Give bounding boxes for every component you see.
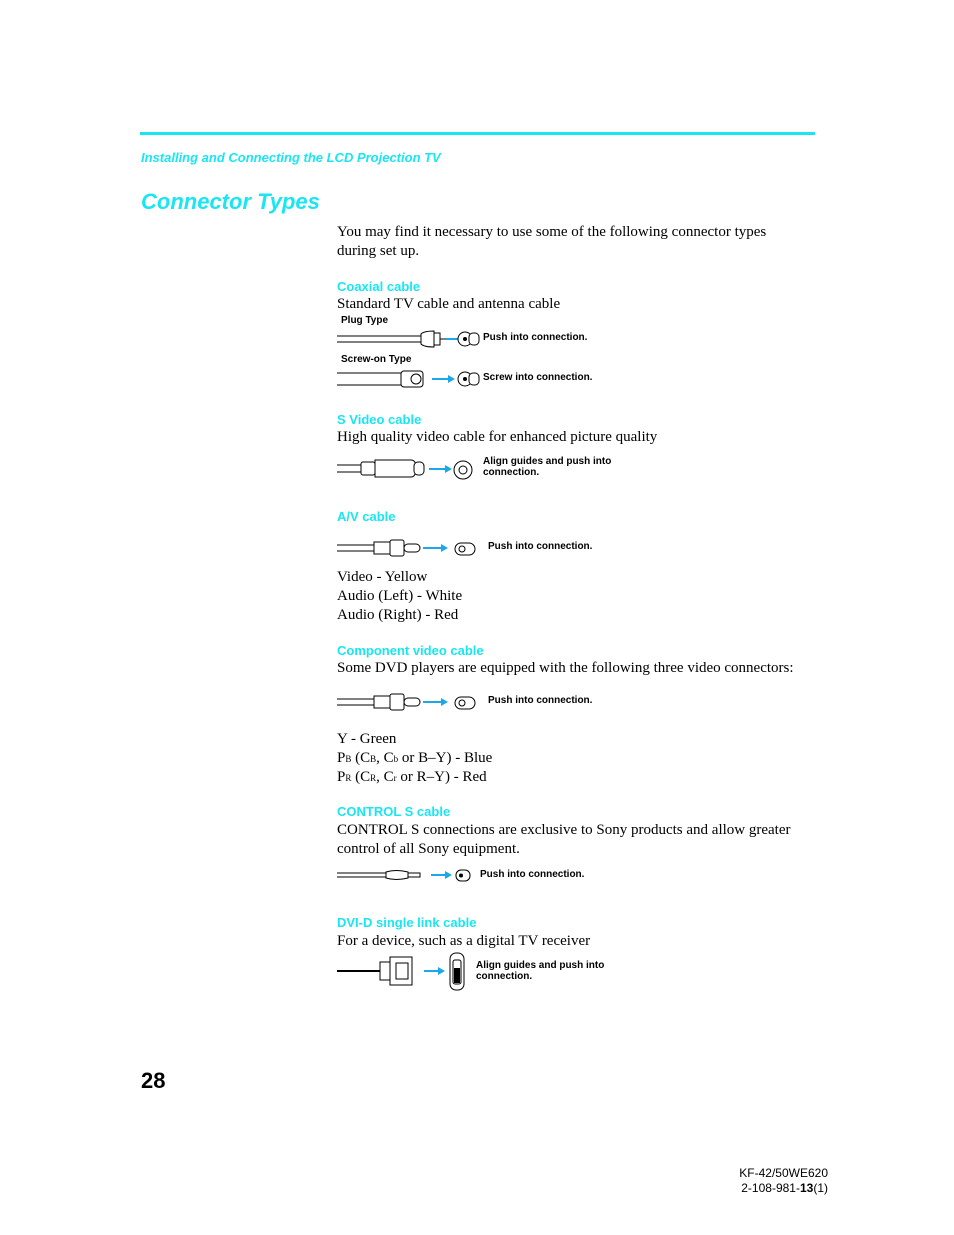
svideo-plug-illustration <box>337 459 452 478</box>
pr-mid2: , C <box>376 769 394 785</box>
coaxial-screw-jack-icon <box>457 371 480 387</box>
av-jack-icon <box>454 542 476 556</box>
component-plug-illustration <box>337 693 448 711</box>
av-color-video: Video - Yellow <box>337 569 428 585</box>
plug-type-label: Plug Type <box>341 315 389 326</box>
component-pr-red: PR (CR, Cr or R–Y) - Red <box>337 768 487 788</box>
av-heading: A/V cable <box>337 509 396 524</box>
footer-code-bold: 13 <box>799 1181 814 1195</box>
av-color-audio-left: Audio (Left) - White <box>337 588 463 604</box>
svideo-description: High quality video cable for enhanced pi… <box>337 429 658 445</box>
controls-instruction: Push into connection. <box>480 869 585 880</box>
component-heading: Component video cable <box>337 643 484 658</box>
svideo-jack-icon <box>453 460 473 480</box>
controls-description-2: control of all Sony equipment. <box>337 841 520 857</box>
controls-description-1: CONTROL S connections are exclusive to S… <box>337 822 791 838</box>
page-title: Connector Types <box>141 189 320 214</box>
dvi-plug-illustration <box>337 956 445 986</box>
coaxial-screw-illustration <box>337 370 455 388</box>
screw-instruction: Screw into connection. <box>483 372 593 383</box>
coaxial-jack-icon <box>457 331 480 347</box>
footer-code: 2-108-981-13(1) <box>700 1181 828 1196</box>
screw-on-type-label: Screw-on Type <box>341 354 412 365</box>
dvi-instruction-2: connection. <box>476 971 533 982</box>
pb-mid1: (C <box>351 750 371 766</box>
pb-mid2: , C <box>376 750 394 766</box>
dvi-heading: DVI-D single link cable <box>337 915 477 930</box>
component-pb-blue: PB (CB, Cb or B–Y) - Blue <box>337 749 492 769</box>
svideo-heading: S Video cable <box>337 412 422 427</box>
dvi-jack-icon <box>449 952 465 991</box>
svideo-instruction-1: Align guides and push into <box>483 456 612 467</box>
av-color-audio-right: Audio (Right) - Red <box>337 607 459 623</box>
intro-text: You may find it necessary to use some of… <box>337 224 767 259</box>
pb-rest: or B–Y) - Blue <box>398 750 493 766</box>
av-instruction: Push into connection. <box>488 541 593 552</box>
footer-code-suffix: (1) <box>813 1181 828 1195</box>
component-jack-icon <box>454 696 476 710</box>
component-instruction: Push into connection. <box>488 695 593 706</box>
pr-rest: or R–Y) - Red <box>396 769 487 785</box>
component-y-green: Y - Green <box>337 731 397 747</box>
controls-jack-icon <box>455 869 471 882</box>
controls-heading: CONTROL S cable <box>337 804 451 819</box>
component-description: Some DVD players are equipped with the f… <box>337 660 794 676</box>
plug-instruction: Push into connection. <box>483 332 588 343</box>
coaxial-description: Standard TV cable and antenna cable <box>337 296 561 312</box>
page-number: 28 <box>141 1068 166 1093</box>
footer: KF-42/50WE620 2-108-981-13(1) <box>700 1166 828 1196</box>
dvi-instruction-1: Align guides and push into <box>476 960 605 971</box>
header-rule <box>140 132 815 135</box>
footer-code-prefix: 2-108-981- <box>741 1181 800 1195</box>
controls-plug-illustration <box>337 870 452 880</box>
av-plug-illustration <box>337 539 448 557</box>
footer-model: KF-42/50WE620 <box>739 1166 828 1180</box>
pr-mid1: (C <box>351 769 371 785</box>
section-header: Installing and Connecting the LCD Projec… <box>141 150 441 165</box>
dvi-description: For a device, such as a digital TV recei… <box>337 933 591 949</box>
svideo-instruction-2: connection. <box>483 467 540 478</box>
coaxial-heading: Coaxial cable <box>337 279 421 294</box>
